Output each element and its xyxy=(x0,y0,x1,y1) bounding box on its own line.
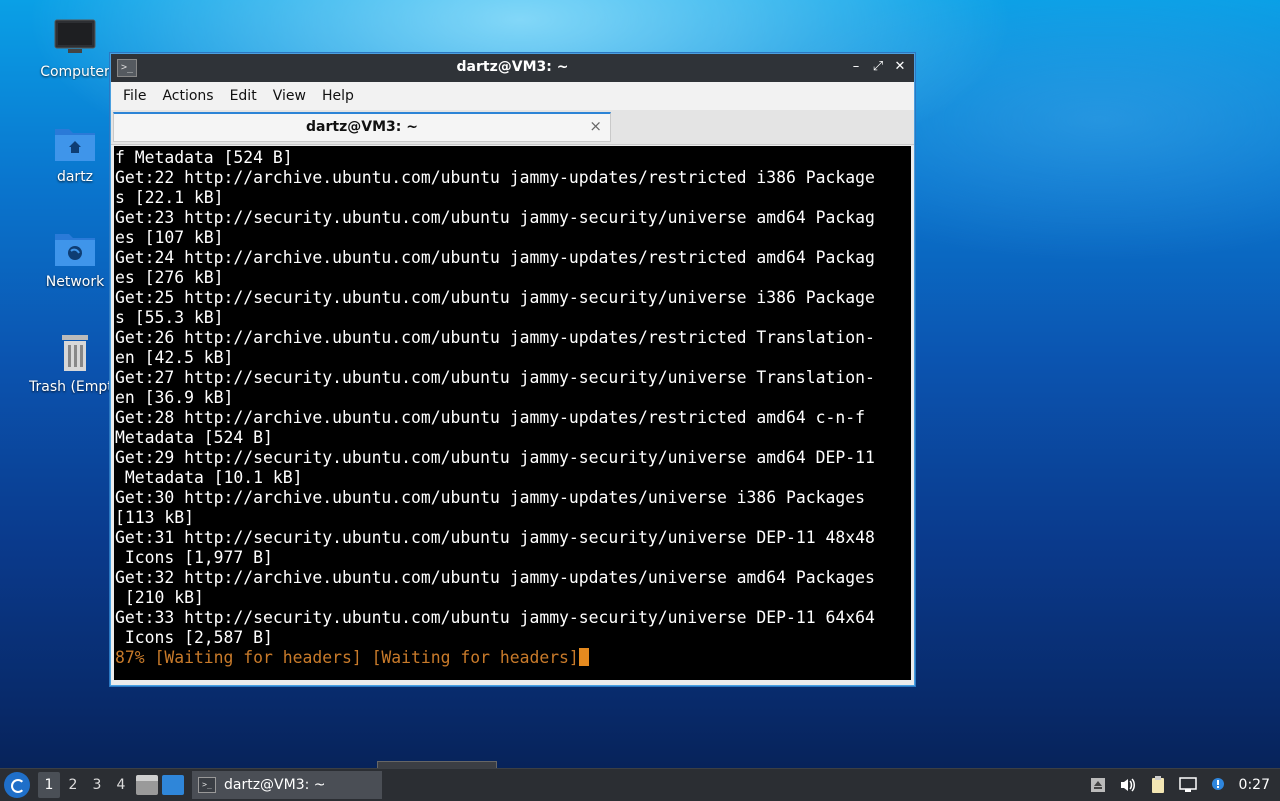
terminal-output[interactable]: f Metadata [524 B] Get:22 http://archive… xyxy=(114,146,911,680)
terminal-line: Get:24 http://archive.ubuntu.com/ubuntu … xyxy=(115,248,875,267)
terminal-line: Get:28 http://archive.ubuntu.com/ubuntu … xyxy=(115,408,865,427)
volume-icon[interactable] xyxy=(1118,776,1138,794)
menu-file[interactable]: File xyxy=(115,88,154,104)
terminal-line: Icons [1,977 B] xyxy=(124,548,273,567)
terminal-line: Get:26 http://archive.ubuntu.com/ubuntu … xyxy=(115,328,875,347)
maximize-button[interactable]: ⤢ xyxy=(870,58,886,76)
terminal-text: f Metadata [524 B] Get:22 http://archive… xyxy=(114,146,911,668)
menu-help[interactable]: Help xyxy=(314,88,362,104)
tab-label: dartz@VM3: ~ xyxy=(306,119,418,135)
terminal-line: Get:32 http://archive.ubuntu.com/ubuntu … xyxy=(115,568,875,587)
menu-edit[interactable]: Edit xyxy=(222,88,265,104)
home-folder-icon xyxy=(53,123,97,163)
terminal-line: Metadata [524 B] xyxy=(115,428,273,447)
show-desktop-icon[interactable] xyxy=(162,775,184,795)
workspace-3[interactable]: 3 xyxy=(86,772,108,798)
network-icon[interactable] xyxy=(1178,776,1198,794)
desktop-icon-label: Computer xyxy=(40,64,110,80)
network-folder-icon xyxy=(53,228,97,268)
terminal-task-icon: >_ xyxy=(198,777,216,793)
start-menu-icon[interactable] xyxy=(4,772,30,798)
desktop-icon-label: Network xyxy=(45,274,105,290)
terminal-line: en [36.9 kB] xyxy=(115,388,234,407)
trash-icon xyxy=(53,333,97,373)
update-notifier-icon[interactable] xyxy=(1208,776,1228,794)
terminal-window: >_ dartz@VM3: ~ – ⤢ ✕ File Actions Edit … xyxy=(110,53,915,686)
close-button[interactable]: ✕ xyxy=(892,58,908,76)
workspace-1[interactable]: 1 xyxy=(38,772,60,798)
terminal-line: es [107 kB] xyxy=(115,228,224,247)
tab-terminal[interactable]: dartz@VM3: ~ × xyxy=(113,112,611,142)
terminal-line: Get:29 http://security.ubuntu.com/ubuntu… xyxy=(115,448,875,467)
workspace-2[interactable]: 2 xyxy=(62,772,84,798)
task-label: dartz@VM3: ~ xyxy=(224,777,326,793)
terminal-line: [210 kB] xyxy=(124,588,204,607)
window-title: dartz@VM3: ~ xyxy=(456,59,569,75)
terminal-line: Get:23 http://security.ubuntu.com/ubuntu… xyxy=(115,208,875,227)
desktop-icon-label: dartz xyxy=(56,169,94,185)
system-tray: 0:27 xyxy=(1083,769,1280,801)
clock[interactable]: 0:27 xyxy=(1239,777,1270,793)
clipboard-icon[interactable] xyxy=(1148,776,1168,794)
file-manager-icon[interactable] xyxy=(136,775,158,795)
desktop-icon-label: Trash (Empty) xyxy=(29,379,121,395)
tab-bar: dartz@VM3: ~ × xyxy=(111,110,914,145)
terminal-line: Get:31 http://security.ubuntu.com/ubuntu… xyxy=(115,528,875,547)
terminal-line: s [22.1 kB] xyxy=(115,188,224,207)
computer-icon xyxy=(53,18,97,58)
terminal-line: f Metadata [524 B] xyxy=(115,148,293,167)
taskbar-task-terminal[interactable]: >_ dartz@VM3: ~ xyxy=(192,771,382,799)
tab-close-icon[interactable]: × xyxy=(589,117,602,135)
minimize-button[interactable]: – xyxy=(848,58,864,76)
taskbar: 1 2 3 4 >_ dartz@VM3: ~ 0:27 xyxy=(0,768,1280,801)
eject-icon[interactable] xyxy=(1088,776,1108,794)
terminal-line: Get:22 http://archive.ubuntu.com/ubuntu … xyxy=(115,168,875,187)
terminal-line: Metadata [10.1 kB] xyxy=(124,468,303,487)
terminal-line: Get:33 http://security.ubuntu.com/ubuntu… xyxy=(115,608,875,627)
terminal-line: Get:25 http://security.ubuntu.com/ubuntu… xyxy=(115,288,875,307)
terminal-line: Icons [2,587 B] xyxy=(124,628,273,647)
terminal-line: Get:27 http://security.ubuntu.com/ubuntu… xyxy=(115,368,875,387)
menubar: File Actions Edit View Help xyxy=(111,82,914,110)
window-titlebar[interactable]: >_ dartz@VM3: ~ – ⤢ ✕ xyxy=(111,54,914,82)
terminal-line: en [42.5 kB] xyxy=(115,348,234,367)
workspace-4[interactable]: 4 xyxy=(110,772,132,798)
terminal-line: [113 kB] xyxy=(115,508,194,527)
terminal-cursor xyxy=(578,648,589,666)
menu-actions[interactable]: Actions xyxy=(154,88,221,104)
menu-view[interactable]: View xyxy=(265,88,314,104)
terminal-line: s [55.3 kB] xyxy=(115,308,224,327)
progress-line: 87% [Waiting for headers] [Waiting for h… xyxy=(115,648,579,667)
terminal-line: Get:30 http://archive.ubuntu.com/ubuntu … xyxy=(115,488,865,507)
terminal-line: es [276 kB] xyxy=(115,268,224,287)
